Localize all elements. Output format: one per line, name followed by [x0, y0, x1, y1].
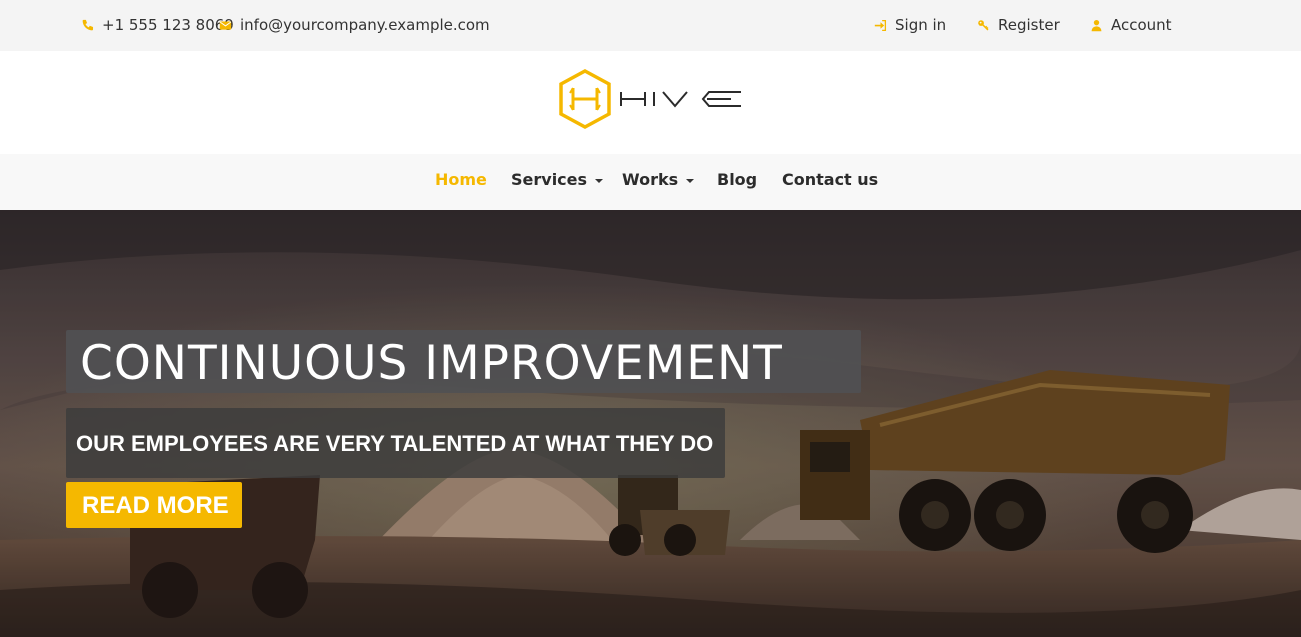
- hive-logo-mark: [559, 69, 741, 129]
- nav-home[interactable]: Home: [435, 170, 487, 189]
- account-label: Account: [1111, 16, 1172, 34]
- read-more-label: READ MORE: [82, 492, 229, 519]
- hero-slider: CONTINUOUS IMPROVEMENT OUR EMPLOYEES ARE…: [0, 210, 1301, 637]
- email-contact[interactable]: info@yourcompany.example.com: [218, 16, 490, 34]
- read-more-button[interactable]: READ MORE: [66, 482, 242, 528]
- phone-number: +1 555 123 8069: [102, 16, 234, 34]
- envelope-icon: [218, 18, 232, 32]
- nav-services[interactable]: Services: [511, 170, 604, 189]
- main-nav: Home Services Works Blog Contact us: [0, 154, 1301, 210]
- phone-icon: [80, 18, 94, 32]
- top-bar: +1 555 123 8069 info@yourcompany.example…: [0, 0, 1301, 51]
- hero-title: CONTINUOUS IMPROVEMENT: [80, 336, 783, 391]
- nav-contact[interactable]: Contact us: [782, 170, 878, 189]
- logo-header: [0, 51, 1301, 154]
- sign-in-label: Sign in: [895, 16, 947, 34]
- key-icon: [976, 18, 990, 32]
- hero-subtitle-box: OUR EMPLOYEES ARE VERY TALENTED AT WHAT …: [66, 408, 725, 478]
- account-link[interactable]: Account: [1089, 16, 1172, 34]
- nav-blog-label: Blog: [717, 170, 758, 189]
- phone-contact[interactable]: +1 555 123 8069: [80, 16, 234, 34]
- register-label: Register: [998, 16, 1060, 34]
- nav-contact-label: Contact us: [782, 170, 879, 189]
- hive-logo[interactable]: [559, 69, 743, 129]
- caret-down-icon: [686, 178, 695, 183]
- nav-home-label: Home: [435, 170, 487, 189]
- nav-services-label: Services: [511, 170, 588, 189]
- register-link[interactable]: Register: [976, 16, 1060, 34]
- nav-blog[interactable]: Blog: [717, 170, 757, 189]
- sign-in-link[interactable]: Sign in: [873, 16, 946, 34]
- sign-in-icon: [873, 18, 887, 32]
- user-icon: [1089, 18, 1103, 32]
- nav-works-label: Works: [622, 170, 679, 189]
- hero-subtitle: OUR EMPLOYEES ARE VERY TALENTED AT WHAT …: [76, 431, 714, 456]
- caret-down-icon: [595, 178, 604, 183]
- email-address: info@yourcompany.example.com: [240, 16, 490, 34]
- nav-works[interactable]: Works: [622, 170, 695, 189]
- hero-title-box: CONTINUOUS IMPROVEMENT: [66, 330, 861, 393]
